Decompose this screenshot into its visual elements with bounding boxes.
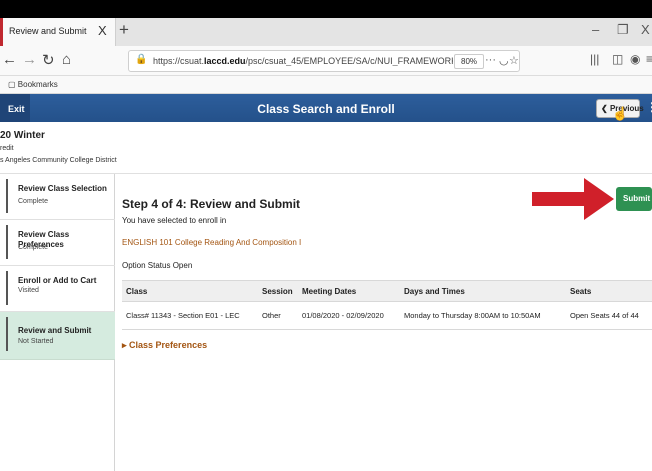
- chevron-left-icon: ❮: [601, 104, 610, 113]
- sidebar-icon[interactable]: ◫: [612, 52, 623, 66]
- bookmarks-folder[interactable]: ▢ Bookmarks: [8, 80, 58, 89]
- lock-icon: 🔒: [135, 54, 148, 65]
- forward-icon[interactable]: →: [22, 51, 37, 68]
- browser-tab[interactable]: Review and Submit X: [0, 18, 116, 46]
- step-review-class-preferences[interactable]: Review Class Preferences Complete: [0, 220, 115, 266]
- class-preferences-label: Class Preferences: [129, 340, 208, 350]
- cell-class: Class# 11343 - Section E01 - LEC: [126, 311, 240, 320]
- tab-close-icon[interactable]: X: [98, 23, 107, 38]
- minimize-icon[interactable]: –: [592, 22, 599, 37]
- step-status: Visited: [18, 287, 39, 294]
- tab-strip: Review and Submit X + – ❐ X: [0, 18, 652, 46]
- steps-sidebar: Review Class Selection Complete Review C…: [0, 174, 115, 471]
- column-header-seats: Seats: [570, 287, 592, 296]
- table-header: Class Session Meeting Dates Days and Tim…: [122, 280, 652, 302]
- tab-title: Review and Submit: [9, 26, 87, 36]
- table-row: Class# 11343 - Section E01 - LEC Other 0…: [122, 302, 652, 330]
- step-status: Complete: [18, 198, 48, 205]
- option-status: Option Status Open: [122, 261, 193, 270]
- zoom-level[interactable]: 80%: [454, 54, 485, 69]
- step-indicator: [6, 179, 8, 213]
- column-header-class: Class: [126, 287, 148, 296]
- url-text[interactable]: https://csuat.laccd.edu/psc/csuat_45/EMP…: [153, 56, 453, 66]
- step-label: Review Class Selection: [18, 184, 107, 193]
- class-preferences-toggle[interactable]: ▸ Class Preferences: [122, 340, 207, 351]
- tab-favicon: [0, 18, 3, 46]
- page-title: Class Search and Enroll: [257, 102, 395, 116]
- course-title: ENGLISH 101 College Reading And Composit…: [122, 238, 302, 247]
- menu-icon[interactable]: ≡: [646, 52, 652, 66]
- term-name: 20 Winter: [0, 130, 45, 141]
- step-label: Review and Submit: [18, 326, 92, 335]
- more-menu-icon[interactable]: ⋮: [646, 100, 652, 114]
- triangle-right-icon: ▸: [122, 340, 130, 350]
- submit-button[interactable]: Submit: [616, 187, 652, 211]
- account-icon[interactable]: ◉: [630, 52, 640, 66]
- url-bar[interactable]: 🔒 https://csuat.laccd.edu/psc/csuat_45/E…: [128, 50, 520, 72]
- more-actions-icon[interactable]: ···: [485, 54, 496, 66]
- step-heading: Step 4 of 4: Review and Submit: [122, 197, 301, 211]
- new-tab-icon[interactable]: +: [119, 20, 129, 40]
- cell-seats: Open Seats 44 of 44: [570, 311, 639, 320]
- nav-bar: ← → ↻ ⌂ 🔒 https://csuat.laccd.edu/psc/cs…: [0, 46, 652, 76]
- cell-meeting-dates: 01/08/2020 - 02/09/2020: [302, 311, 384, 320]
- screen: Review and Submit X + – ❐ X ← → ↻ ⌂ 🔒 ht…: [0, 0, 652, 471]
- home-icon[interactable]: ⌂: [62, 51, 71, 68]
- step-review-class-selection[interactable]: Review Class Selection Complete: [0, 174, 115, 220]
- mouse-cursor-icon: ☝: [612, 106, 629, 121]
- step-indicator: [6, 271, 8, 305]
- column-header-days-times: Days and Times: [404, 287, 465, 296]
- cell-session: Other: [262, 311, 281, 320]
- institution-label: s Angeles Community College District: [0, 157, 117, 164]
- step-status: Not Started: [18, 338, 54, 345]
- reload-icon[interactable]: ↻: [42, 51, 55, 69]
- letterbox-top: [0, 0, 652, 18]
- term-info: 20 Winter redit s Angeles Community Coll…: [0, 122, 652, 174]
- library-icon[interactable]: |||: [590, 52, 599, 66]
- step-label: Enroll or Add to Cart: [18, 276, 97, 285]
- restore-icon[interactable]: ❐: [617, 22, 629, 38]
- annotation-arrow: [532, 178, 614, 220]
- window-close-icon[interactable]: X: [641, 22, 650, 37]
- bookmark-star-icon[interactable]: ☆: [509, 54, 519, 67]
- step-indicator: [6, 317, 8, 351]
- bookmarks-label: Bookmarks: [17, 80, 58, 89]
- app-header: Exit Class Search and Enroll ❮ Previous …: [0, 94, 652, 122]
- step-status: Complete: [18, 244, 48, 251]
- column-header-session: Session: [262, 287, 293, 296]
- career-label: redit: [0, 145, 14, 152]
- bookmarks-bar: ▢ Bookmarks: [0, 76, 652, 94]
- step-indicator: [6, 225, 8, 259]
- back-icon[interactable]: ←: [2, 51, 17, 68]
- step-review-and-submit[interactable]: Review and Submit Not Started: [0, 312, 115, 360]
- pocket-icon[interactable]: ◡: [499, 54, 509, 67]
- column-header-meeting-dates: Meeting Dates: [302, 287, 357, 296]
- enroll-message: You have selected to enroll in: [122, 216, 227, 225]
- cell-days-times: Monday to Thursday 8:00AM to 10:50AM: [404, 311, 541, 320]
- step-enroll-or-add-to-cart[interactable]: Enroll or Add to Cart Visited: [0, 266, 115, 312]
